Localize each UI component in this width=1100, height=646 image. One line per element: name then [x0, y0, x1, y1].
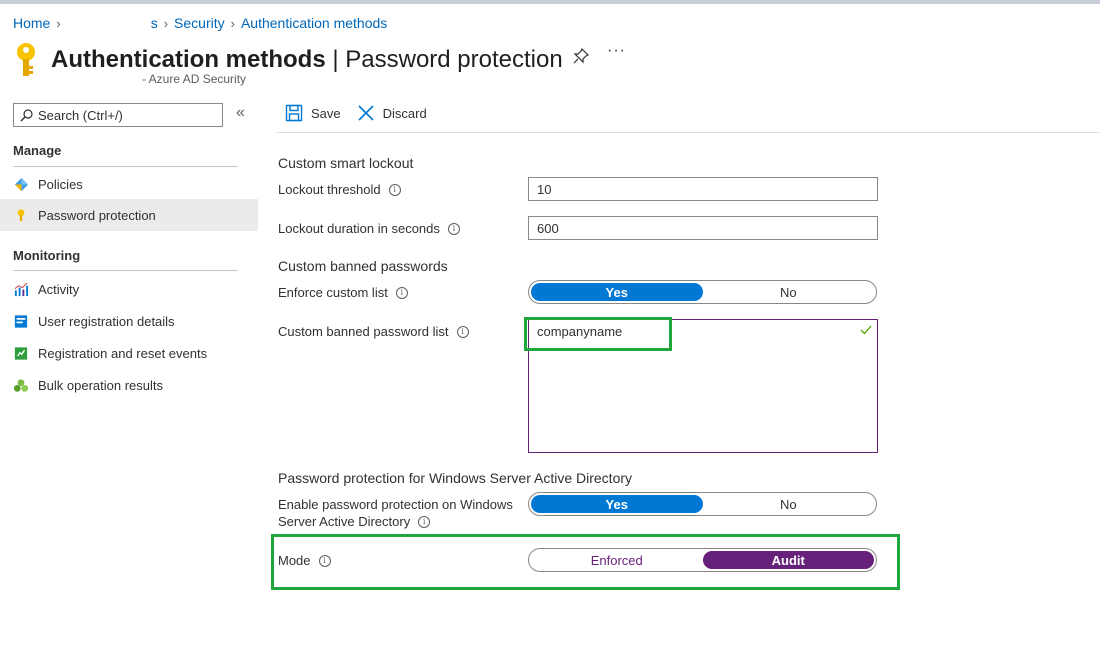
toggle-option-yes[interactable]: Yes [531, 283, 703, 301]
check-icon [860, 325, 872, 335]
search-input[interactable] [38, 107, 218, 123]
more-options-icon[interactable]: ··· [607, 42, 626, 60]
key-icon [17, 43, 35, 76]
toolbar-divider [276, 132, 1100, 133]
sidebar-item-policies[interactable]: Policies [0, 168, 258, 200]
highlight-box [271, 534, 900, 590]
sidebar-item-label: Activity [38, 281, 80, 297]
chevron-right-icon: › [56, 15, 61, 31]
save-icon [285, 104, 303, 122]
activity-chart-icon [13, 281, 29, 297]
lockout-duration-label: Lockout duration in seconds i [278, 220, 460, 237]
lockout-threshold-label: Lockout threshold i [278, 181, 401, 198]
discard-button[interactable]: Discard [357, 104, 427, 122]
breadcrumb-security[interactable]: Security [174, 15, 225, 31]
info-icon[interactable]: i [395, 286, 408, 299]
sidebar-item-label: Password protection [38, 207, 156, 223]
chevron-right-icon: › [230, 15, 235, 31]
sidebar-item-label: User registration details [38, 313, 175, 329]
sidebar-item-password-protection[interactable]: Password protection [0, 199, 258, 231]
toggle-option-no[interactable]: No [703, 495, 875, 513]
policies-icon [13, 176, 29, 192]
breadcrumb-auth-methods[interactable]: Authentication methods [241, 15, 387, 31]
nav-section-manage: Manage [13, 143, 62, 158]
sidebar-item-label: Registration and reset events [38, 345, 208, 361]
banned-password-list-label: Custom banned password list i [278, 323, 469, 340]
sidebar-item-label: Bulk operation results [38, 377, 164, 393]
chevron-right-icon: › [163, 15, 169, 31]
enforce-custom-list-label: Enforce custom list i [278, 284, 408, 301]
pin-icon[interactable] [573, 48, 589, 64]
user-registration-icon [13, 313, 29, 329]
sidebar-search[interactable] [13, 103, 223, 127]
top-strip [0, 0, 1100, 4]
section-smart-lockout: Custom smart lockout [278, 155, 414, 171]
sidebar-item-user-registration[interactable]: User registration details [0, 305, 258, 337]
enable-ad-protection-toggle[interactable]: Yes No [528, 492, 877, 516]
breadcrumb-truncated[interactable]: s [151, 15, 158, 31]
nav-section-monitoring: Monitoring [13, 248, 81, 263]
highlight-box [524, 317, 672, 351]
sidebar-item-registration-events[interactable]: Registration and reset events [0, 337, 258, 369]
toggle-option-no[interactable]: No [703, 283, 875, 301]
breadcrumb-home[interactable]: Home [13, 15, 50, 31]
section-windows-server-ad: Password protection for Windows Server A… [278, 470, 633, 486]
enable-ad-protection-label: Enable password protection on Windows Se… [278, 497, 513, 529]
page-subtitle: - Azure AD Security [142, 72, 247, 86]
breadcrumb: Home › s › Security › Authentication met… [13, 15, 387, 31]
nav-divider [13, 270, 238, 271]
info-icon[interactable]: i [447, 222, 460, 235]
collapse-sidebar-icon[interactable]: « [236, 104, 245, 122]
info-icon[interactable]: i [418, 515, 431, 528]
command-bar: Save Discard [285, 104, 443, 122]
save-button[interactable]: Save [285, 104, 341, 122]
section-banned-passwords: Custom banned passwords [278, 258, 448, 274]
enforce-custom-list-toggle[interactable]: Yes No [528, 280, 877, 304]
bulk-operations-icon [13, 377, 29, 393]
lockout-duration-input[interactable] [528, 216, 878, 240]
toggle-option-yes[interactable]: Yes [531, 495, 703, 513]
page-header: Authentication methods | Password protec… [13, 42, 625, 78]
lockout-threshold-input[interactable] [528, 177, 878, 201]
sidebar-item-bulk-operations[interactable]: Bulk operation results [0, 369, 258, 401]
info-icon[interactable]: i [456, 325, 469, 338]
search-icon [20, 108, 33, 121]
sidebar-item-activity[interactable]: Activity [0, 273, 258, 305]
sidebar-item-label: Policies [38, 176, 83, 192]
close-icon [358, 105, 374, 121]
key-icon [13, 207, 29, 223]
info-icon[interactable]: i [388, 183, 401, 196]
registration-events-icon [13, 345, 29, 361]
page-title: Authentication methods | Password protec… [51, 46, 563, 73]
nav-divider [13, 166, 238, 167]
